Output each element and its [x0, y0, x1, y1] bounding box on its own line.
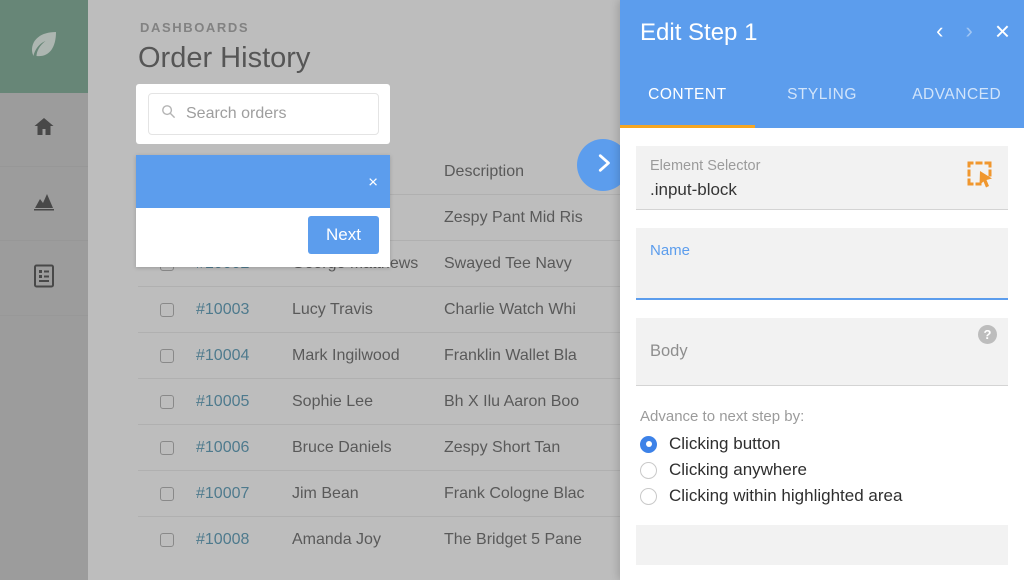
radio-label: Clicking anywhere	[669, 460, 807, 480]
prev-step-button[interactable]: ‹	[936, 20, 943, 42]
radio-label: Clicking button	[669, 434, 781, 454]
panel-body: Element Selector .input-block Name	[620, 128, 1024, 580]
help-icon[interactable]: ?	[978, 325, 997, 344]
step-tooltip: × Next	[136, 155, 390, 267]
element-picker-icon[interactable]	[966, 160, 996, 195]
element-selector-field[interactable]: Element Selector .input-block	[636, 146, 1008, 210]
name-field-label: Name	[650, 242, 994, 259]
panel-header: Edit Step 1 ‹ › × CONTENTSTYLINGADVANCED	[620, 0, 1024, 128]
highlighted-search-input[interactable]: Search orders	[148, 93, 379, 135]
radio-icon[interactable]	[640, 462, 657, 479]
screen-root: DASHBOARDS Order History Search orders m…	[0, 0, 1024, 580]
tooltip-header: ×	[136, 155, 390, 208]
tab-content[interactable]: CONTENT	[620, 82, 755, 128]
chevron-right-icon	[592, 152, 614, 179]
tooltip-body: Next	[136, 208, 390, 267]
radio-label: Clicking within highlighted area	[669, 486, 902, 506]
close-icon[interactable]: ×	[368, 173, 378, 190]
next-button[interactable]: Next	[308, 216, 379, 254]
panel-tabs: CONTENTSTYLINGADVANCED	[620, 82, 1024, 128]
edit-step-panel: Edit Step 1 ‹ › × CONTENTSTYLINGADVANCED…	[620, 0, 1024, 580]
panel-nav: ‹ › ×	[936, 18, 1010, 44]
radio-icon[interactable]	[640, 488, 657, 505]
search-placeholder: Search orders	[186, 105, 287, 123]
panel-title: Edit Step 1	[640, 19, 757, 47]
radio-option[interactable]: Clicking anywhere	[620, 457, 1024, 483]
trailing-field[interactable]	[636, 525, 1008, 565]
search-icon	[161, 104, 176, 124]
radio-icon[interactable]	[640, 436, 657, 453]
radio-option[interactable]: Clicking button	[620, 431, 1024, 457]
body-field-label: Body	[650, 342, 688, 361]
body-field[interactable]: Body ?	[636, 318, 1008, 386]
tab-styling[interactable]: STYLING	[755, 82, 890, 128]
radio-option[interactable]: Clicking within highlighted area	[620, 483, 1024, 509]
tab-advanced[interactable]: ADVANCED	[889, 82, 1024, 128]
advance-options: Clicking button Clicking anywhere Clicking…	[620, 431, 1024, 509]
next-step-button[interactable]: ›	[965, 20, 972, 42]
element-selector-value: .input-block	[650, 180, 994, 200]
close-icon[interactable]: ×	[995, 18, 1010, 44]
element-selector-label: Element Selector	[650, 158, 994, 174]
advance-label: Advance to next step by:	[640, 408, 1024, 425]
name-field[interactable]: Name	[636, 228, 1008, 300]
